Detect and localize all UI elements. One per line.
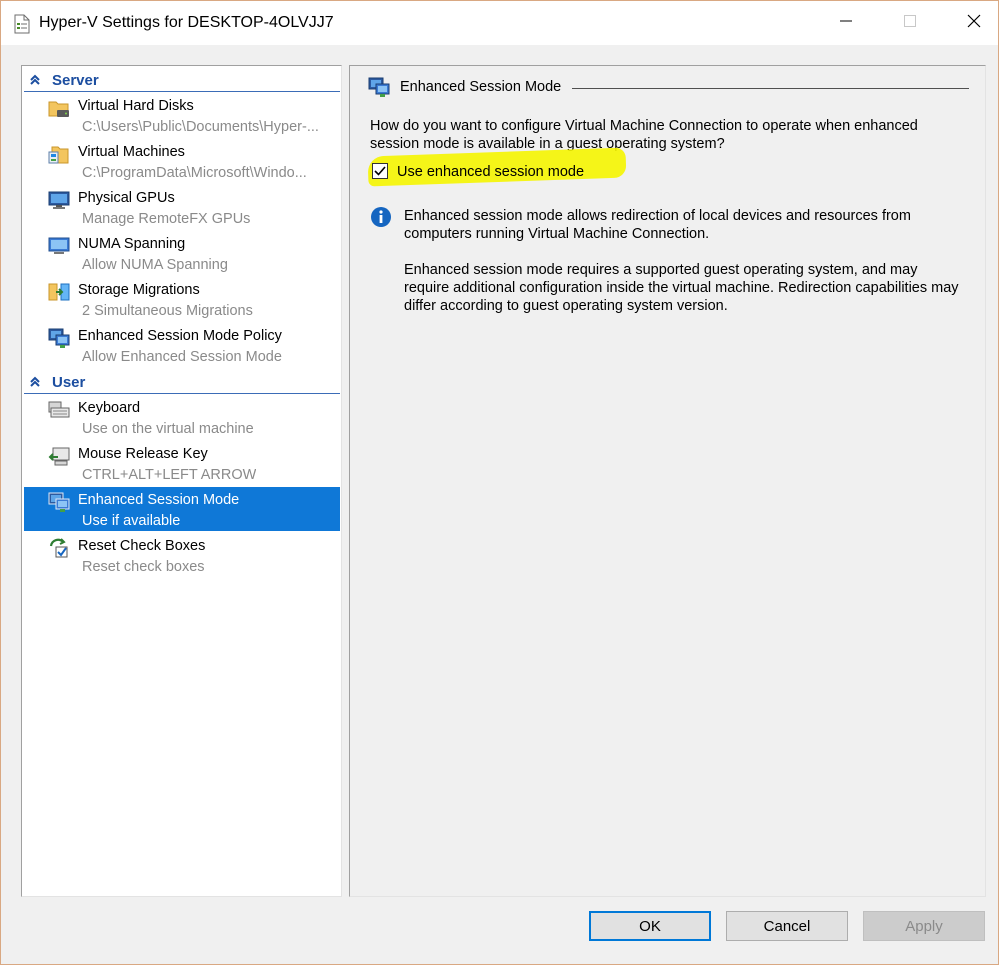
enhanced-session-checkbox[interactable]: [372, 163, 388, 179]
apply-button[interactable]: Apply: [863, 911, 985, 941]
minimize-button[interactable]: [823, 1, 869, 41]
sidebar-item-value: 2 Simultaneous Migrations: [82, 303, 253, 319]
section-header-user[interactable]: User: [24, 372, 340, 394]
sidebar-item-numa-spanning[interactable]: NUMA Spanning Allow NUMA Spanning: [24, 231, 340, 275]
sidebar-item-label: Reset Check Boxes: [78, 538, 206, 554]
configuration-question: How do you want to configure Virtual Mac…: [370, 118, 918, 152]
sidebar-item-value: CTRL+ALT+LEFT ARROW: [82, 467, 257, 483]
sidebar-item-value: C:\Users\Public\Documents\Hyper-...: [82, 119, 319, 135]
settings-document-icon: [14, 14, 30, 34]
ok-button[interactable]: OK: [589, 911, 711, 941]
settings-content-panel: Enhanced Session Mode How do you want to…: [349, 65, 986, 897]
sidebar-item-virtual-hard-disks[interactable]: Virtual Hard Disks C:\Users\Public\Docum…: [24, 93, 340, 137]
sidebar-item-label: Storage Migrations: [78, 282, 200, 298]
sidebar-item-value: C:\ProgramData\Microsoft\Windo...: [82, 165, 307, 181]
section-label: User: [52, 374, 86, 391]
close-icon: [967, 14, 981, 28]
sidebar-item-label: NUMA Spanning: [78, 236, 186, 252]
sidebar-item-label: Mouse Release Key: [78, 446, 208, 462]
minimize-icon: [840, 20, 852, 22]
storage-migration-icon: [48, 283, 70, 301]
sidebar-item-physical-gpus[interactable]: Physical GPUs Manage RemoteFX GPUs: [24, 185, 340, 229]
enhanced-session-icon: [48, 328, 70, 348]
sidebar-item-enhanced-session-mode[interactable]: Enhanced Session Mode Use if available: [24, 487, 340, 531]
hyper-v-settings-window: Hyper-V Settings for DESKTOP-4OLVJJ7 Ser…: [0, 0, 999, 965]
sidebar-item-value: Manage RemoteFX GPUs: [82, 211, 251, 227]
sidebar-item-label: Physical GPUs: [78, 190, 175, 206]
group-title: Enhanced Session Mode: [400, 79, 562, 95]
enhanced-session-icon: [48, 492, 70, 512]
close-button[interactable]: [951, 1, 997, 41]
sidebar-item-enhanced-session-mode-policy[interactable]: Enhanced Session Mode Policy Allow Enhan…: [24, 323, 340, 367]
title-bar[interactable]: Hyper-V Settings for DESKTOP-4OLVJJ7: [1, 1, 998, 45]
info-description: Enhanced session mode allows redirection…: [404, 208, 911, 242]
sidebar-item-reset-check-boxes[interactable]: Reset Check Boxes Reset check boxes: [24, 533, 340, 577]
sidebar-item-label: Enhanced Session Mode: [78, 492, 240, 508]
section-header-server[interactable]: Server: [24, 70, 340, 92]
info-icon: [371, 207, 391, 227]
sidebar-item-value: Allow NUMA Spanning: [82, 257, 228, 273]
sidebar-item-value: Allow Enhanced Session Mode: [82, 349, 282, 365]
reset-checkbox-icon: [49, 538, 68, 558]
sidebar-item-label: Virtual Hard Disks: [78, 98, 194, 114]
gpu-icon: [48, 191, 70, 209]
sidebar-item-label: Keyboard: [78, 400, 141, 416]
sidebar-item-value: Use if available: [82, 513, 181, 529]
maximize-button[interactable]: [887, 1, 933, 41]
enhanced-session-checkbox-label[interactable]: Use enhanced session mode: [397, 164, 584, 180]
folder-vm-icon: [48, 146, 69, 164]
sidebar-item-value: Reset check boxes: [82, 559, 205, 575]
sidebar-item-virtual-machines[interactable]: Virtual Machines C:\ProgramData\Microsof…: [24, 139, 340, 183]
checkmark-icon: [374, 166, 386, 176]
cancel-button[interactable]: Cancel: [726, 911, 848, 941]
sidebar-item-keyboard[interactable]: Keyboard Use on the virtual machine: [24, 395, 340, 439]
keyboard-icon: [48, 401, 70, 418]
sidebar-item-mouse-release-key[interactable]: Mouse Release Key CTRL+ALT+LEFT ARROW: [24, 441, 340, 485]
sidebar-item-storage-migrations[interactable]: Storage Migrations 2 Simultaneous Migrat…: [24, 277, 340, 321]
sidebar-item-value: Use on the virtual machine: [82, 421, 254, 437]
mouse-release-icon: [48, 447, 70, 466]
group-divider: [572, 88, 969, 89]
enhanced-session-icon: [368, 77, 390, 97]
monitor-icon: [48, 237, 70, 254]
collapse-chevron-icon: [30, 74, 40, 85]
info-requirements: Enhanced session mode requires a support…: [404, 262, 959, 314]
maximize-icon: [904, 15, 916, 27]
folder-drive-icon: [48, 101, 69, 117]
sidebar-item-label: Virtual Machines: [78, 144, 185, 160]
settings-navigation-panel: Server Virtual Hard Disks C:\Users\Publi…: [21, 65, 342, 897]
window-title: Hyper-V Settings for DESKTOP-4OLVJJ7: [39, 14, 334, 31]
section-label: Server: [52, 72, 99, 89]
sidebar-item-label: Enhanced Session Mode Policy: [78, 328, 282, 344]
collapse-chevron-icon: [30, 376, 40, 387]
